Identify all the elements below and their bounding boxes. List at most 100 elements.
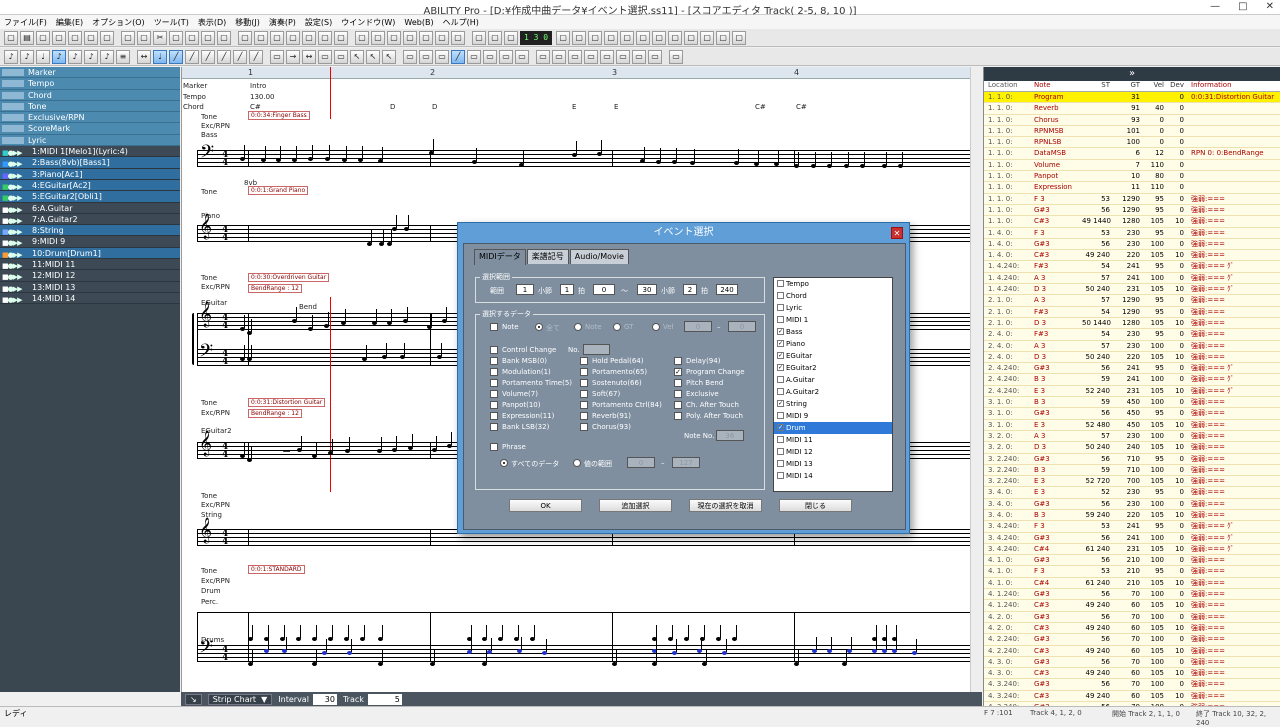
toolbar-button[interactable]: ▢ — [121, 30, 135, 45]
toolbar-button[interactable]: ▢ — [472, 30, 486, 45]
column-header[interactable]: GT — [1112, 81, 1142, 91]
menu-item[interactable]: 演奏(P) — [269, 17, 296, 28]
event-row[interactable]: 4. 3.240: G#3 56 70 100 0 強弱:=== — [984, 679, 1280, 691]
dialog-close-btn[interactable]: 閉じる — [779, 499, 852, 512]
track-checkbox[interactable]: ✓ — [777, 352, 784, 359]
toolbar-button[interactable]: ╱ — [169, 49, 183, 64]
event-row[interactable]: 3. 1. 0: E 3 52 480 450 105 10 強弱:=== — [984, 420, 1280, 431]
event-row[interactable]: 1. 1. 0: Chorus 93 0 0 — [984, 115, 1280, 126]
event-list-expand-button[interactable]: » — [984, 67, 1280, 81]
strip-chart-select[interactable]: Strip Chart ▼ — [207, 693, 273, 705]
toolbar-button[interactable]: ▢ — [334, 30, 348, 45]
menu-item[interactable]: 移動(J) — [235, 17, 260, 28]
track-row[interactable]: ■●▶▶ 8:String — [0, 225, 180, 237]
toolbar-button[interactable]: ▭ — [499, 49, 513, 64]
dialog-track-list[interactable]: Tempo Chord Lyric MIDI 1 ✓ Bass ✓ Piano ✓ EGuitar… — [773, 277, 893, 492]
cc-checkbox[interactable] — [580, 423, 588, 431]
toolbar-button[interactable]: ✂ — [153, 30, 167, 45]
master-track-row[interactable]: Tone — [0, 100, 180, 113]
track-list-item[interactable]: Tempo — [774, 278, 892, 290]
toolbar-button[interactable]: ▢ — [84, 30, 98, 45]
track-input[interactable]: 5 — [367, 693, 402, 705]
note-all-radio[interactable] — [535, 323, 543, 331]
track-checkbox[interactable] — [777, 436, 784, 443]
menu-item[interactable]: ファイル(F) — [4, 17, 47, 28]
toolbar-button[interactable]: ▢ — [201, 30, 215, 45]
toolbar-button[interactable]: ≡ — [116, 49, 130, 64]
toolbar-button[interactable]: ↔ — [302, 49, 316, 64]
toolbar-button[interactable]: ▢ — [100, 30, 114, 45]
toolbar-button[interactable]: ♪ — [20, 49, 34, 64]
toolbar-button[interactable]: ▢ — [68, 30, 82, 45]
toolbar-button[interactable]: ▭ — [467, 49, 481, 64]
track-row[interactable]: ■●▶▶ 14:MIDI 14 — [0, 292, 180, 305]
track-checkbox[interactable]: ✓ — [777, 424, 784, 431]
toolbar-button[interactable]: ▢ — [169, 30, 183, 45]
track-checkbox[interactable] — [777, 388, 784, 395]
toolbar-button[interactable]: ╱ — [233, 49, 247, 64]
cc-checkbox[interactable] — [580, 412, 588, 420]
track-row[interactable]: ■●▶▶ 13:MIDI 13 — [0, 281, 180, 293]
range-from-tick[interactable]: 0 — [593, 284, 615, 295]
event-row[interactable]: 3. 2.240: G#3 56 710 95 0 強弱:=== — [984, 454, 1280, 465]
dialog-tab[interactable]: MIDIデータ — [474, 249, 526, 265]
cc-checkbox[interactable] — [674, 412, 682, 420]
toolbar-button[interactable]: ▢ — [419, 30, 433, 45]
event-row[interactable]: 3. 2. 0: A 3 57 230 100 0 強弱:=== — [984, 431, 1280, 443]
interval-input[interactable]: 30 — [312, 693, 337, 705]
event-row[interactable]: 3. 4. 0: G#3 56 230 100 0 強弱:=== — [984, 499, 1280, 510]
track-controls-icon[interactable]: ■●▶▶ — [2, 182, 22, 190]
toolbar-button[interactable]: ↖ — [350, 49, 364, 64]
menu-item[interactable]: ツール(T) — [154, 17, 189, 28]
score-scrollbar[interactable] — [970, 67, 982, 692]
toolbar-button[interactable]: ▢ — [504, 30, 518, 45]
track-list-item[interactable]: ✓ Bass — [774, 326, 892, 338]
track-list-item[interactable]: MIDI 13 — [774, 458, 892, 470]
track-list-item[interactable]: ✓ Drum — [774, 422, 892, 434]
master-track-row[interactable]: ScoreMark — [0, 123, 180, 135]
menu-item[interactable]: ヘルプ(H) — [443, 17, 479, 28]
note-no-input[interactable]: 36 — [716, 430, 744, 441]
toolbar-button[interactable]: ▭ — [334, 49, 348, 64]
track-list-item[interactable]: MIDI 11 — [774, 434, 892, 446]
all-data-radio[interactable] — [500, 459, 508, 467]
toolbar-button[interactable]: ↔ — [137, 49, 151, 64]
cc-checkbox[interactable] — [490, 368, 498, 376]
event-row[interactable]: 1. 4.240: F#3 54 241 95 0 強弱:=== ｸﾞ — [984, 261, 1280, 273]
event-row[interactable]: 4. 2.240: C#3 49 240 60 105 10 強弱:=== — [984, 646, 1280, 657]
toolbar-button[interactable]: ▭ — [435, 49, 449, 64]
cc-no-input[interactable] — [583, 344, 610, 355]
event-row[interactable]: 4. 1.240: G#3 56 70 100 0 強弱:=== — [984, 589, 1280, 601]
event-row[interactable]: 3. 4. 0: E 3 52 230 95 0 強弱:=== — [984, 487, 1280, 499]
toolbar-button[interactable]: ▭ — [616, 49, 630, 64]
toolbar-button[interactable]: ▢ — [572, 30, 587, 45]
track-checkbox[interactable] — [777, 316, 784, 323]
note-checkbox[interactable] — [490, 323, 498, 331]
master-track-row[interactable]: Chord — [0, 89, 180, 101]
event-row[interactable]: 1. 1. 0: C#3 49 1440 1280 105 10 強弱:=== — [984, 216, 1280, 228]
track-checkbox[interactable]: ✓ — [777, 400, 784, 407]
event-row[interactable]: 1. 1. 0: G#3 56 1290 95 0 強弱:=== — [984, 205, 1280, 217]
toolbar-button[interactable]: ▢ — [636, 30, 651, 45]
event-row[interactable]: 1. 1. 0: DataMSB 6 12 0 RPN 0: 0:BendRange — [984, 148, 1280, 160]
toolbar-button[interactable]: ▢ — [403, 30, 417, 45]
track-row[interactable]: ■●▶▶ 6:A.Guitar — [0, 202, 180, 214]
event-row[interactable]: 4. 3. 0: G#3 56 70 100 0 強弱:=== — [984, 657, 1280, 669]
event-row[interactable]: 3. 4.240: G#3 56 241 100 0 強弱:=== ｸﾞ — [984, 533, 1280, 544]
track-controls-icon[interactable]: ■●▶▶ — [2, 284, 22, 292]
toolbar-button[interactable]: ▭ — [648, 49, 662, 64]
note-gt-radio[interactable] — [613, 323, 621, 331]
track-controls-icon[interactable]: ■●▶▶ — [2, 205, 22, 213]
toolbar-button[interactable]: ♪ — [52, 49, 66, 64]
toolbar-button[interactable]: ♪ — [68, 49, 82, 64]
toolbar-button[interactable]: ▢ — [451, 30, 465, 45]
tone-piano[interactable]: 0:0:1:Grand Piano — [248, 186, 309, 195]
track-list-item[interactable]: A.Guitar — [774, 374, 892, 386]
track-row[interactable]: ■●▶▶ 2:Bass(8vb)[Bass1] — [0, 157, 180, 169]
event-row[interactable]: 3. 4.240: C#4 61 240 231 105 10 強弱:=== ｸﾞ — [984, 544, 1280, 556]
note-value-to[interactable]: 0 — [728, 321, 756, 332]
column-header[interactable]: Dev — [1166, 81, 1186, 91]
toolbar-button[interactable]: ╱ — [201, 49, 215, 64]
toolbar-button[interactable]: ▭ — [515, 49, 529, 64]
toolbar-button[interactable]: → — [286, 49, 300, 64]
